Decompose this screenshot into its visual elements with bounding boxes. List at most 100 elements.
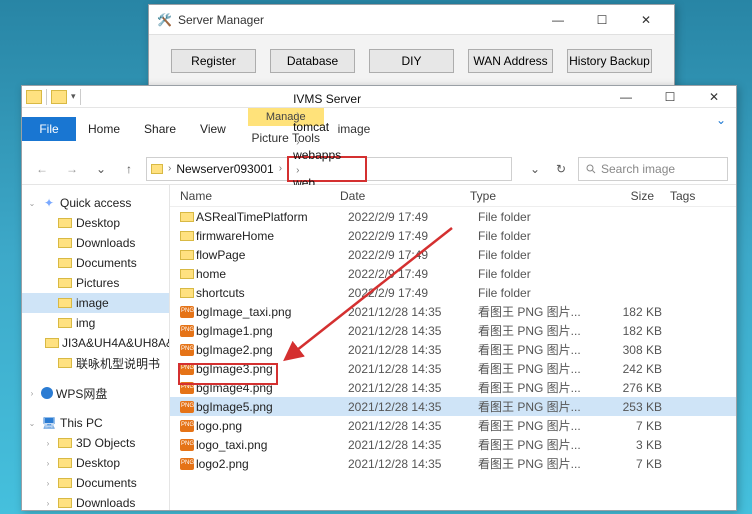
refresh-button[interactable]: ↻ <box>550 158 572 180</box>
nav-forward-button[interactable]: → <box>60 157 84 181</box>
nav-this-pc[interactable]: ⌄🖥This PC <box>22 413 169 433</box>
file-type: 看图王 PNG 图片... <box>478 436 608 453</box>
sm-titlebar[interactable]: 🛠️ Server Manager — ☐ ✕ <box>149 5 674 35</box>
chevron-right-icon[interactable]: › <box>293 165 302 176</box>
png-icon <box>180 325 194 337</box>
nav-item[interactable]: JI3A&UH4A&UH8A& <box>22 333 169 353</box>
file-type: 看图王 PNG 图片... <box>478 417 608 434</box>
ribbon-view-tab[interactable]: View <box>188 117 238 141</box>
nav-item[interactable]: ›Desktop <box>22 453 169 473</box>
file-explorer-window: ▾ — ☐ ✕ File Home Share View Manage Pict… <box>21 85 737 511</box>
file-row[interactable]: shortcuts2022/2/9 17:49File folder <box>170 283 736 302</box>
nav-item[interactable]: Pictures <box>22 273 169 293</box>
nav-item[interactable]: ›Documents <box>22 473 169 493</box>
file-row[interactable]: bgImage_taxi.png2021/12/28 14:35看图王 PNG … <box>170 302 736 321</box>
fe-close-button[interactable]: ✕ <box>692 86 736 108</box>
search-input[interactable]: Search image <box>578 157 728 181</box>
file-date: 2021/12/28 14:35 <box>348 362 478 376</box>
file-row[interactable]: bgImage1.png2021/12/28 14:35看图王 PNG 图片..… <box>170 321 736 340</box>
file-row[interactable]: firmwareHome2022/2/9 17:49File folder <box>170 226 736 245</box>
folder-icon <box>57 476 73 490</box>
file-row[interactable]: bgImage4.png2021/12/28 14:35看图王 PNG 图片..… <box>170 378 736 397</box>
sm-register-button[interactable]: Register <box>171 49 256 73</box>
sm-database-button[interactable]: Database <box>270 49 355 73</box>
file-date: 2021/12/28 14:35 <box>348 324 478 338</box>
breadcrumb-item[interactable]: tomcat <box>293 120 361 134</box>
col-date[interactable]: Date <box>340 189 470 203</box>
sm-history-button[interactable]: History Backup <box>567 49 652 73</box>
nav-recent-button[interactable]: ⌄ <box>90 158 112 180</box>
nav-up-button[interactable]: ↑ <box>118 158 140 180</box>
file-date: 2021/12/28 14:35 <box>348 438 478 452</box>
col-tags[interactable]: Tags <box>660 189 736 203</box>
file-type: File folder <box>478 286 608 300</box>
nav-back-button[interactable]: ← <box>30 157 54 181</box>
file-size: 182 KB <box>608 305 668 319</box>
folder-icon <box>57 316 73 330</box>
file-name: shortcuts <box>196 286 348 300</box>
qat-dropdown-icon[interactable]: ▾ <box>71 91 76 102</box>
fe-minimize-button[interactable]: — <box>604 86 648 108</box>
png-icon <box>180 382 194 394</box>
ribbon-file-tab[interactable]: File <box>22 117 76 141</box>
file-size: 253 KB <box>608 400 668 414</box>
breadcrumb-root[interactable]: Newserver093001 <box>176 162 273 176</box>
nav-item[interactable]: Downloads <box>22 233 169 253</box>
sm-close-button[interactable]: ✕ <box>624 5 668 35</box>
file-type: 看图王 PNG 图片... <box>478 379 608 396</box>
col-name[interactable]: Name <box>170 189 340 203</box>
file-type: 看图王 PNG 图片... <box>478 398 608 415</box>
file-date: 2022/2/9 17:49 <box>348 210 478 224</box>
png-icon <box>180 420 194 432</box>
folder-icon <box>180 231 194 241</box>
file-row[interactable]: logo.png2021/12/28 14:35看图王 PNG 图片...7 K… <box>170 416 736 435</box>
sm-minimize-button[interactable]: — <box>536 5 580 35</box>
nav-item[interactable]: Desktop <box>22 213 169 233</box>
ribbon-expand-icon[interactable]: ⌄ <box>716 108 726 132</box>
file-row[interactable]: home2022/2/9 17:49File folder <box>170 264 736 283</box>
column-headers[interactable]: Name Date Type Size Tags <box>170 185 736 207</box>
nav-quick-access[interactable]: ⌄✦Quick access <box>22 193 169 213</box>
file-size: 7 KB <box>608 457 668 471</box>
sm-maximize-button[interactable]: ☐ <box>580 5 624 35</box>
nav-item[interactable]: ›Downloads <box>22 493 169 510</box>
file-row[interactable]: flowPage2022/2/9 17:49File folder <box>170 245 736 264</box>
sm-wan-button[interactable]: WAN Address <box>468 49 553 73</box>
file-row[interactable]: bgImage2.png2021/12/28 14:35看图王 PNG 图片..… <box>170 340 736 359</box>
file-row[interactable]: logo2.png2021/12/28 14:35看图王 PNG 图片...7 … <box>170 454 736 473</box>
nav-item[interactable]: Documents <box>22 253 169 273</box>
breadcrumb-item[interactable]: IVMS Server <box>293 92 361 106</box>
nav-wps[interactable]: ›WPS网盘 <box>22 383 169 403</box>
chevron-right-icon[interactable]: › <box>293 109 302 120</box>
nav-item[interactable]: 联咏机型说明书 <box>22 353 169 373</box>
folder-icon <box>57 296 73 310</box>
sm-title-text: Server Manager <box>178 13 264 27</box>
nav-item[interactable]: ›3D Objects <box>22 433 169 453</box>
sm-diy-button[interactable]: DIY <box>369 49 454 73</box>
fe-maximize-button[interactable]: ☐ <box>648 86 692 108</box>
file-name: logo_taxi.png <box>196 438 348 452</box>
file-size: 276 KB <box>608 381 668 395</box>
file-type: 看图王 PNG 图片... <box>478 360 608 377</box>
qat-folder-icon[interactable] <box>51 90 67 104</box>
file-row[interactable]: bgImage3.png2021/12/28 14:35看图王 PNG 图片..… <box>170 359 736 378</box>
file-row[interactable]: bgImage5.png2021/12/28 14:35看图王 PNG 图片..… <box>170 397 736 416</box>
file-name: logo2.png <box>196 457 348 471</box>
file-row[interactable]: ASRealTimePlatform2022/2/9 17:49File fol… <box>170 207 736 226</box>
chevron-right-icon[interactable]: › <box>165 163 174 174</box>
ribbon-home-tab[interactable]: Home <box>76 117 132 141</box>
file-row[interactable]: logo_taxi.png2021/12/28 14:35看图王 PNG 图片.… <box>170 435 736 454</box>
chevron-right-icon[interactable]: › <box>293 137 302 148</box>
navigation-pane[interactable]: ⌄✦Quick access DesktopDownloadsDocuments… <box>22 185 170 510</box>
address-bar[interactable]: › Newserver093001 › IVMS Server›tomcat›w… <box>146 157 512 181</box>
chevron-right-icon[interactable]: › <box>276 163 285 174</box>
file-list-pane: Name Date Type Size Tags ASRealTimePlatf… <box>170 185 736 510</box>
file-date: 2021/12/28 14:35 <box>348 381 478 395</box>
col-size[interactable]: Size <box>600 189 660 203</box>
nav-item[interactable]: img <box>22 313 169 333</box>
nav-item[interactable]: image <box>22 293 169 313</box>
col-type[interactable]: Type <box>470 189 600 203</box>
address-dropdown-button[interactable]: ⌄ <box>524 158 546 180</box>
breadcrumb-item[interactable]: webapps <box>293 148 361 162</box>
ribbon-share-tab[interactable]: Share <box>132 117 188 141</box>
